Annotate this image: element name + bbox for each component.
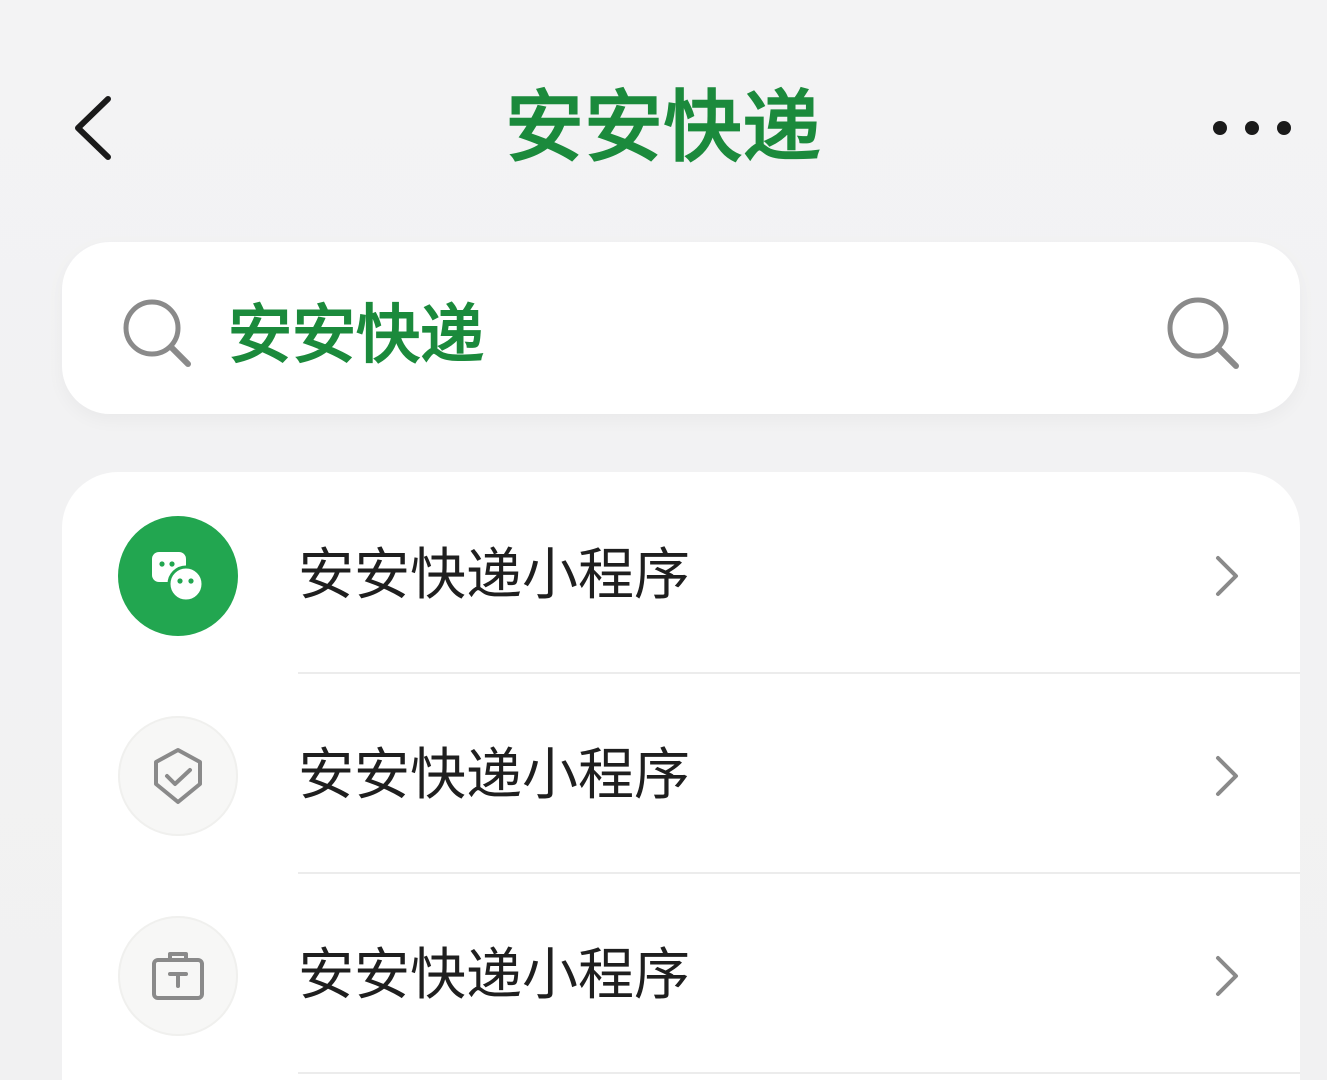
search-input[interactable] [228,282,1108,378]
top-bar: 安安快递 [0,0,1327,240]
more-button[interactable] [1200,100,1304,156]
briefcase-icon-badge [118,916,238,1036]
list-item-label: 安安快递小程序 [298,543,690,608]
list-item-label: 安安快递小程序 [298,743,690,808]
more-dots-icon [1213,121,1291,135]
list-item-label: 安安快递小程序 [298,943,690,1008]
mini-program-icon-badge [118,516,238,636]
shield-check-icon [154,748,202,804]
search-icon [123,299,191,367]
screen: 安安快递 安安快递小程序 [0,0,1327,1080]
briefcase-icon [152,952,204,1000]
page-title: 安安快递 [505,83,822,173]
chevron-right-icon [1216,756,1238,796]
mini-program-icon [152,552,205,603]
search-submit-icon[interactable] [1162,292,1242,372]
list-item[interactable]: 安安快递小程序 [62,674,1300,874]
shield-icon-badge [118,716,238,836]
chevron-right-icon [1216,556,1238,596]
chevron-right-icon [1216,956,1238,996]
list-item[interactable]: 安安快递小程序 [62,474,1300,674]
divider [298,1072,1300,1074]
list-item[interactable]: 安安快递小程序 [62,874,1300,1074]
